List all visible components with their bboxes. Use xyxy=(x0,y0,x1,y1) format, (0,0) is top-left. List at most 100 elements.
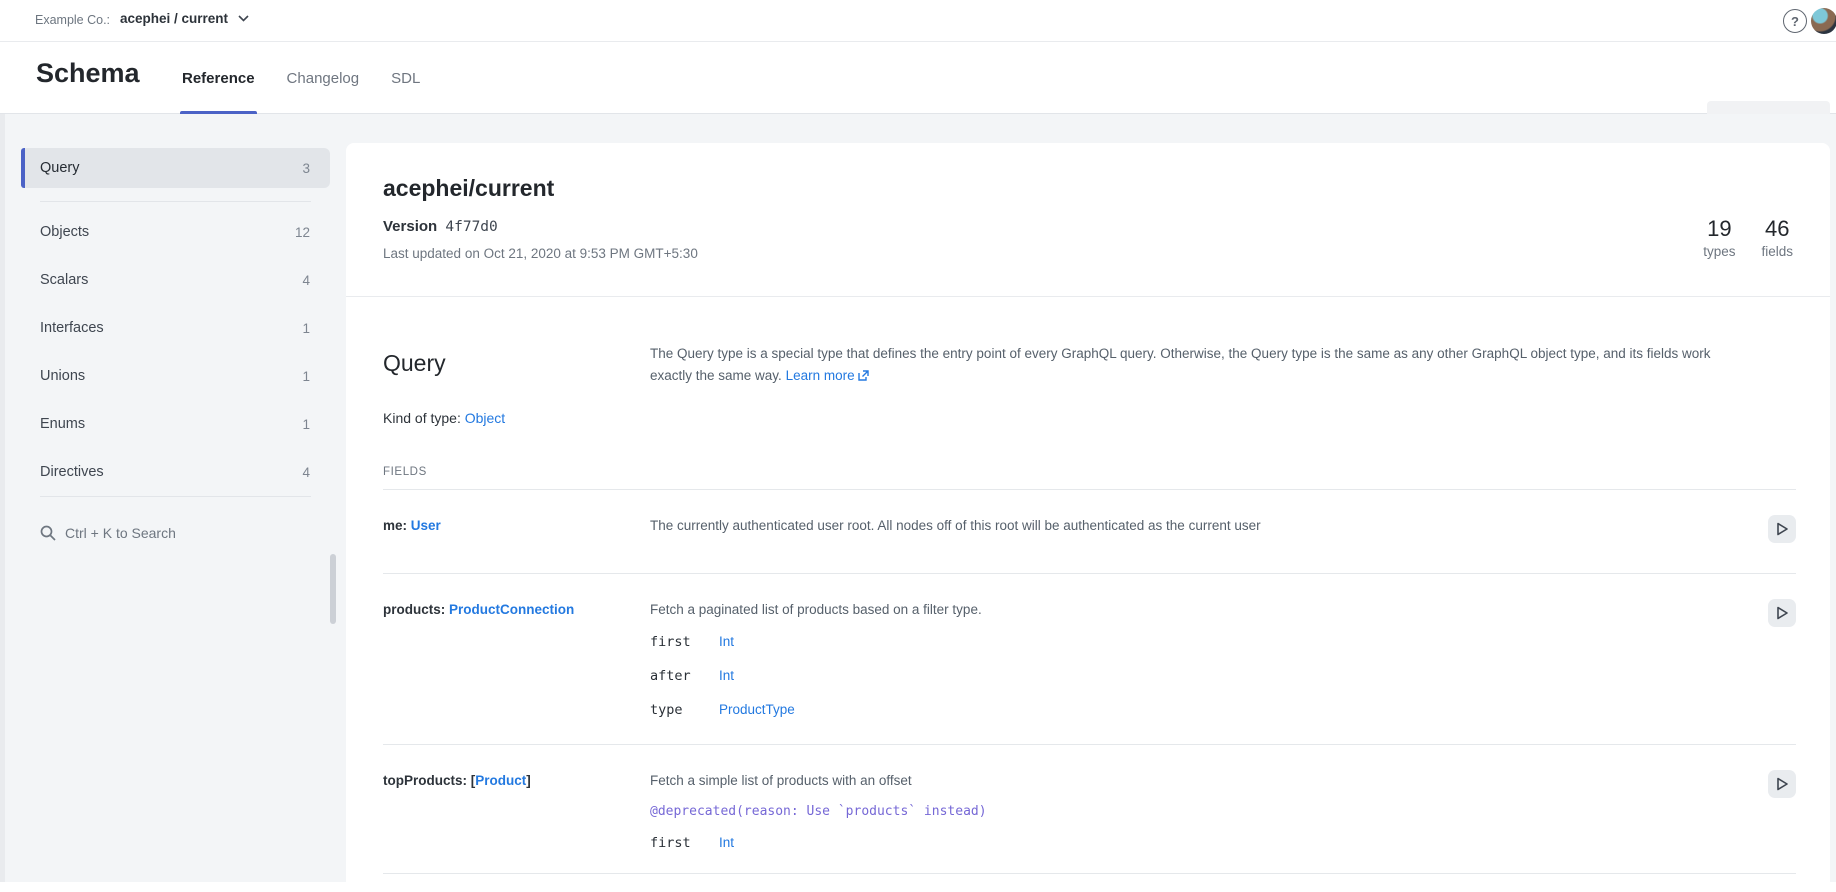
field-name: me: xyxy=(383,518,411,533)
sidebar-item-count: 4 xyxy=(302,465,310,480)
left-scrollbar-track[interactable] xyxy=(0,114,5,882)
play-icon xyxy=(1776,777,1789,791)
user-avatar[interactable] xyxy=(1811,8,1836,34)
sidebar-item-interfaces[interactable]: Interfaces 1 xyxy=(21,304,330,352)
field-detail: The currently authenticated user root. A… xyxy=(650,517,1736,573)
sidebar-item-enums[interactable]: Enums 1 xyxy=(21,400,330,448)
run-query-button[interactable] xyxy=(1768,515,1796,543)
field-detail: Fetch a simple list of products with an … xyxy=(650,772,1736,873)
stat-fields-label: fields xyxy=(1761,243,1793,261)
argument-type-link[interactable]: Int xyxy=(719,835,734,850)
tab-reference[interactable]: Reference xyxy=(180,42,257,114)
field-description: The currently authenticated user root. A… xyxy=(650,517,1736,535)
field-row-topProducts: topProducts: [Product] Fetch a simple li… xyxy=(383,745,1796,874)
sidebar-item-count: 1 xyxy=(302,417,310,432)
argument-name: first xyxy=(650,634,719,650)
sidebar-item-scalars[interactable]: Scalars 4 xyxy=(21,256,330,304)
argument-type-link[interactable]: Int xyxy=(719,668,734,683)
sidebar-item-count: 4 xyxy=(302,273,310,288)
field-signature: me: User xyxy=(383,517,650,573)
stat-fields-value: 46 xyxy=(1761,215,1793,243)
sidebar-item-directives[interactable]: Directives 4 xyxy=(21,448,330,496)
external-link-icon xyxy=(858,370,869,381)
top-bar: Example Co.: acephei / current ? xyxy=(0,0,1836,42)
type-description: The Query type is a special type that de… xyxy=(650,343,1755,426)
argument-row: after Int xyxy=(650,668,1736,702)
sidebar-item-count: 12 xyxy=(295,225,310,240)
field-name: products: xyxy=(383,602,449,617)
argument-name: type xyxy=(650,702,719,718)
version-value: 4f77d0 xyxy=(445,219,497,235)
schema-stats: 19 types 46 fields xyxy=(1703,215,1793,261)
help-icon[interactable]: ? xyxy=(1783,9,1807,33)
learn-more-link[interactable]: Learn more xyxy=(786,368,869,383)
stat-types-label: types xyxy=(1703,243,1735,261)
field-row-products: products: ProductConnection Fetch a pagi… xyxy=(383,574,1796,745)
field-type-link[interactable]: ProductConnection xyxy=(449,602,574,617)
fields-section-heading: FIELDS xyxy=(383,466,1796,478)
schema-card: acephei/current Version 4f77d0 Last upda… xyxy=(346,143,1830,892)
field-type-link[interactable]: Product xyxy=(475,773,526,788)
kind-label: Kind of type: xyxy=(383,410,461,426)
argument-row: first Int xyxy=(650,634,1736,668)
sidebar-item-label: Directives xyxy=(40,464,302,480)
kind-value-link[interactable]: Object xyxy=(465,410,505,426)
page-title: Schema xyxy=(36,58,140,89)
type-overview: Query Kind of type: Object The Query typ… xyxy=(383,297,1796,426)
run-query-button[interactable] xyxy=(1768,599,1796,627)
stat-fields: 46 fields xyxy=(1761,215,1793,261)
field-name: topProducts: xyxy=(383,773,471,788)
kind-of-type-row: Kind of type: Object xyxy=(383,410,650,426)
play-icon xyxy=(1776,606,1789,620)
sidebar-item-count: 1 xyxy=(302,321,310,336)
sidebar-item-query[interactable]: Query 3 xyxy=(21,148,330,188)
sidebar-item-label: Scalars xyxy=(40,272,302,288)
page-header: Schema Reference Changelog SDL Update Sc… xyxy=(0,42,1836,114)
field-signature: topProducts: [Product] xyxy=(383,772,650,873)
argument-type-link[interactable]: Int xyxy=(719,634,734,649)
stat-types: 19 types xyxy=(1703,215,1735,261)
org-label: Example Co.: xyxy=(35,13,110,27)
search-icon xyxy=(40,525,56,541)
field-type-suffix: ] xyxy=(526,773,531,788)
sidebar-item-objects[interactable]: Objects 12 xyxy=(21,208,330,256)
argument-name: first xyxy=(650,835,719,851)
sidebar-divider xyxy=(40,496,311,497)
sidebar-scrollbar-thumb[interactable] xyxy=(330,554,336,624)
schema-card-body: Query Kind of type: Object The Query typ… xyxy=(346,297,1830,874)
field-deprecated-annotation: @deprecated(reason: Use `products` inste… xyxy=(650,803,1736,820)
sidebar-item-label: Objects xyxy=(40,224,295,240)
tab-sdl[interactable]: SDL xyxy=(389,42,422,114)
version-row: Version 4f77d0 xyxy=(383,217,1793,237)
run-query-button[interactable] xyxy=(1768,770,1796,798)
play-icon xyxy=(1776,522,1789,536)
type-name-heading: Query xyxy=(383,348,650,378)
argument-row: type ProductType xyxy=(650,702,1736,736)
field-type-link[interactable]: User xyxy=(411,518,441,533)
schema-card-header: acephei/current Version 4f77d0 Last upda… xyxy=(346,143,1830,297)
sidebar-item-label: Enums xyxy=(40,416,302,432)
sidebar-divider xyxy=(40,201,311,202)
search-hint: Ctrl + K to Search xyxy=(65,525,176,541)
argument-type-link[interactable]: ProductType xyxy=(719,702,795,717)
tab-bar: Reference Changelog SDL xyxy=(180,42,422,114)
field-detail: Fetch a paginated list of products based… xyxy=(650,601,1736,744)
tab-changelog[interactable]: Changelog xyxy=(285,42,362,114)
content-area: Query 3 Objects 12 Scalars 4 Interfaces … xyxy=(0,114,1836,882)
schema-sidebar: Query 3 Objects 12 Scalars 4 Interfaces … xyxy=(21,148,330,563)
sidebar-item-count: 3 xyxy=(302,161,310,176)
sidebar-search[interactable]: Ctrl + K to Search xyxy=(21,503,330,563)
sidebar-item-label: Unions xyxy=(40,368,302,384)
sidebar-item-label: Query xyxy=(40,160,302,176)
last-updated: Last updated on Oct 21, 2020 at 9:53 PM … xyxy=(383,245,1793,262)
argument-row: first Int xyxy=(650,835,1736,869)
argument-name: after xyxy=(650,668,719,684)
field-args: first Int after Int type ProductType xyxy=(650,634,1736,736)
graph-selector-dropdown[interactable]: acephei / current xyxy=(120,11,249,26)
type-overview-left: Query Kind of type: Object xyxy=(383,340,650,426)
fields-list: me: User The currently authenticated use… xyxy=(383,490,1796,874)
field-signature: products: ProductConnection xyxy=(383,601,650,744)
graph-selector-value: acephei / current xyxy=(120,11,228,26)
field-description: Fetch a paginated list of products based… xyxy=(650,601,1736,619)
sidebar-item-unions[interactable]: Unions 1 xyxy=(21,352,330,400)
